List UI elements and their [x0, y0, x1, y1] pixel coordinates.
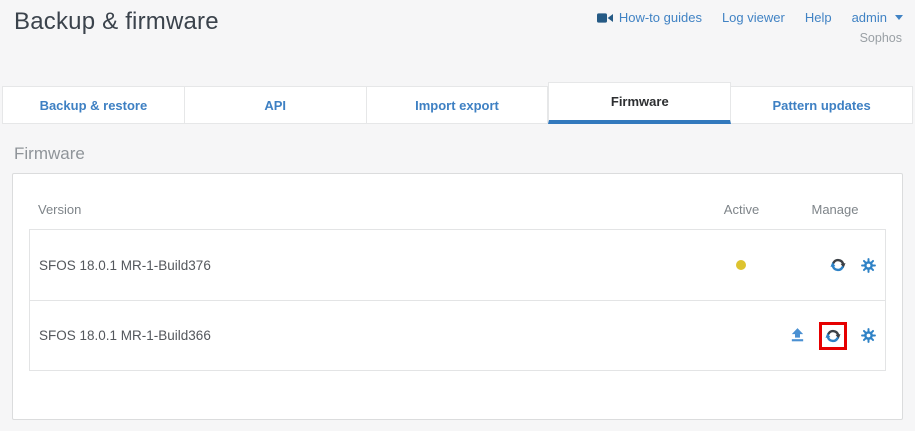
admin-menu[interactable]: admin: [852, 10, 903, 25]
settings-gear-icon[interactable]: [860, 327, 877, 344]
column-header-version: Version: [29, 202, 699, 217]
top-nav: How-to guides Log viewer Help admin: [597, 10, 903, 25]
reboot-icon[interactable]: [829, 256, 847, 274]
caret-down-icon: [895, 15, 903, 20]
firmware-card: Version Active Manage SFOS 18.0.1 MR-1-B…: [12, 173, 903, 420]
tab-api[interactable]: API: [185, 86, 367, 124]
upload-firmware-icon[interactable]: [789, 327, 806, 344]
highlight-box: [819, 322, 847, 350]
page-title: Backup & firmware: [14, 8, 219, 36]
tab-import-export[interactable]: Import export: [367, 86, 549, 124]
help-link[interactable]: Help: [805, 10, 832, 25]
table-row: SFOS 18.0.1 MR-1-Build376: [30, 230, 885, 300]
column-header-manage: Manage: [784, 202, 886, 217]
tab-firmware[interactable]: Firmware: [548, 82, 731, 124]
reboot-icon[interactable]: [824, 327, 842, 345]
active-status-dot: [736, 260, 746, 270]
howto-guides-label: How-to guides: [619, 10, 702, 25]
table-header: Version Active Manage: [29, 189, 886, 229]
tab-pattern-updates[interactable]: Pattern updates: [731, 86, 913, 124]
firmware-version: SFOS 18.0.1 MR-1-Build376: [30, 258, 698, 273]
video-camera-icon: [597, 12, 613, 24]
settings-gear-icon[interactable]: [860, 257, 877, 274]
section-heading: Firmware: [14, 144, 85, 164]
column-header-active: Active: [699, 202, 784, 217]
firmware-version: SFOS 18.0.1 MR-1-Build366: [30, 328, 698, 343]
log-viewer-link[interactable]: Log viewer: [722, 10, 785, 25]
firmware-table: SFOS 18.0.1 MR-1-Build376: [29, 229, 886, 371]
table-row: SFOS 18.0.1 MR-1-Build366: [30, 300, 885, 370]
tab-backup-restore[interactable]: Backup & restore: [2, 86, 185, 124]
tab-bar: Backup & restore API Import export Firmw…: [2, 82, 913, 124]
howto-guides-link[interactable]: How-to guides: [597, 10, 702, 25]
account-name: Sophos: [860, 31, 902, 45]
